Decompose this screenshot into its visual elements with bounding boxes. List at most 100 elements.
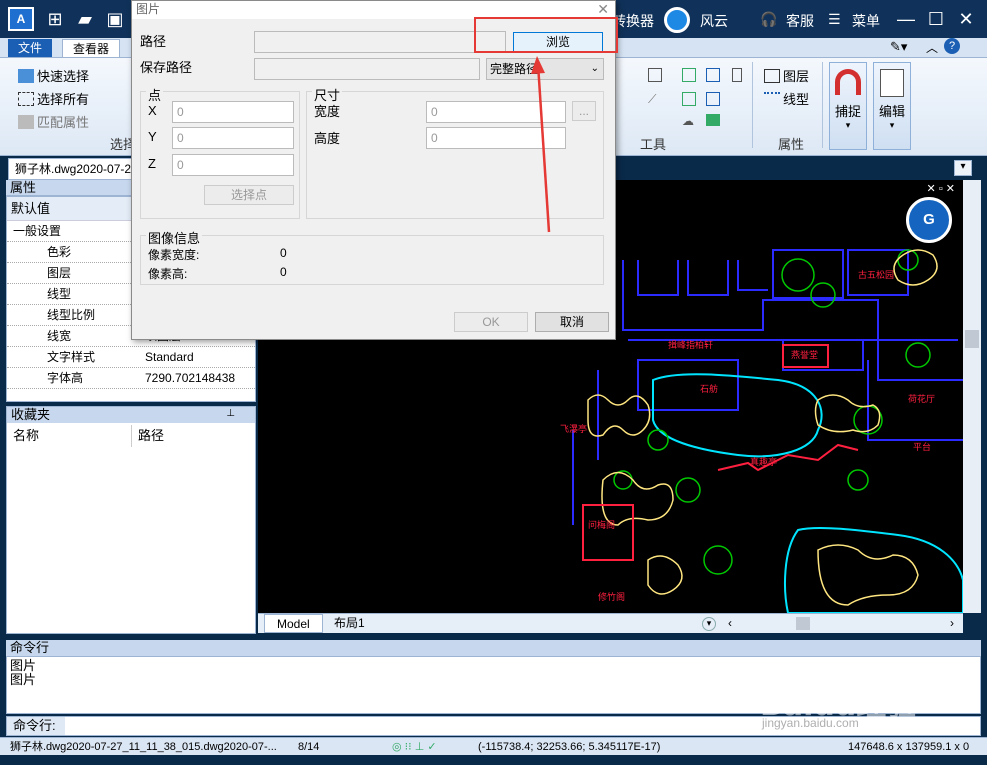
ribbon-options-icon[interactable]: ✎▾ [890, 39, 907, 55]
fengyun-icon[interactable] [664, 7, 690, 33]
linetype-button[interactable]: 线型 [764, 89, 809, 108]
close-button[interactable]: ✕ [952, 6, 980, 32]
select-all-label: 选择所有 [37, 92, 90, 107]
scroll-right-icon[interactable]: › [950, 616, 954, 630]
help-icon[interactable]: ? [944, 38, 960, 54]
ribbon-separator [822, 62, 823, 148]
y-input[interactable]: 0 [172, 127, 294, 149]
tab-layout1[interactable]: 布局1 [322, 614, 377, 633]
edit-button[interactable]: 编辑 ▾ [873, 62, 911, 150]
save-path-option: 完整路径 [490, 62, 539, 76]
save-path-label: 保存路径 [140, 60, 193, 75]
cloud-icon[interactable]: ☁ [682, 114, 696, 128]
ok-button[interactable]: OK [454, 312, 528, 332]
ribbon-separator [752, 62, 753, 148]
tools-group-label: 工具 [640, 137, 667, 152]
funnel-icon [18, 69, 34, 83]
pixel-width-value: 0 [280, 246, 287, 260]
vertical-scrollbar[interactable] [963, 180, 981, 613]
document-icon [880, 69, 904, 97]
width-input[interactable]: 0 [426, 101, 566, 123]
snap-status-icon[interactable]: ◎ ⁝⁝ ⊥ ✓ [392, 738, 437, 756]
status-filename: 狮子林.dwg2020-07-27_11_11_38_015.dwg2020-0… [10, 741, 277, 753]
brush-icon [18, 115, 34, 129]
cad-label: 燕誉堂 [791, 349, 818, 361]
xref-icon[interactable] [706, 92, 720, 106]
converter-label[interactable]: 转换器 [612, 11, 654, 31]
snap-button[interactable]: 捕捉 ▾ [829, 62, 867, 150]
block-icon[interactable] [682, 92, 696, 106]
prop-row[interactable]: 字体高 7290.702148438 [7, 368, 255, 389]
export-icon[interactable] [706, 114, 720, 126]
save-path-input[interactable] [254, 58, 480, 80]
y-label: Y [148, 129, 157, 144]
measure-icon[interactable]: ⟋ [648, 92, 662, 106]
pin-icon[interactable]: ⊥ [226, 408, 235, 419]
chevron-down-icon: ⌄ [590, 63, 599, 74]
fengyun-label[interactable]: 风云 [700, 11, 728, 31]
select-point-button[interactable]: 选择点 [204, 185, 294, 205]
dialog-close-icon[interactable]: ✕ [597, 1, 609, 18]
cancel-button[interactable]: 取消 [535, 312, 609, 332]
save-icon[interactable]: ▣ [104, 8, 126, 30]
new-file-icon[interactable]: ⊞ [44, 8, 66, 30]
point-group-label: 点 [146, 85, 164, 104]
minimize-button[interactable]: — [892, 6, 920, 32]
scroll-left-icon[interactable]: ‹ [728, 616, 732, 630]
tab-viewer[interactable]: 查看器 [62, 39, 121, 57]
magnet-icon [835, 69, 861, 95]
layout-dropdown-icon[interactable]: ▾ [702, 617, 716, 631]
col-path[interactable]: 路径 [131, 425, 164, 447]
headset-icon[interactable]: 🎧 [760, 11, 777, 28]
hscroll-thumb[interactable] [796, 617, 810, 630]
menu-label[interactable]: 菜单 [852, 11, 880, 31]
z-input[interactable]: 0 [172, 154, 294, 176]
link-icon[interactable] [706, 68, 720, 82]
quick-select-button[interactable]: 快速选择 [18, 66, 89, 85]
cad-label: 古五松园 [858, 269, 894, 281]
pixel-height-label: 像素高: [148, 267, 188, 281]
height-input[interactable]: 0 [426, 127, 566, 149]
menu-icon[interactable]: ☰ [828, 11, 841, 28]
copy-icon[interactable] [682, 68, 696, 82]
layer-button[interactable]: 图层 [764, 66, 809, 85]
x-input[interactable]: 0 [172, 101, 294, 123]
maximize-button[interactable]: ☐ [922, 6, 950, 32]
prop-row[interactable]: 文字样式 Standard [7, 347, 255, 368]
grid-icon[interactable] [648, 68, 662, 82]
z-label: Z [148, 156, 156, 171]
collapse-ribbon-icon[interactable]: ︿ [926, 39, 938, 56]
status-bar: 狮子林.dwg2020-07-27_11_11_38_015.dwg2020-0… [0, 737, 987, 755]
canvas-window-controls[interactable]: ✕ ▫ ✕ [927, 182, 955, 195]
cad-label: 修竹阁 [598, 591, 625, 603]
cad-label: 荷花厅 [908, 393, 935, 405]
edit-label: 编辑 [878, 104, 905, 119]
prop-key: 字体高 [47, 371, 84, 385]
col-name[interactable]: 名称 [13, 425, 39, 447]
scroll-thumb[interactable] [965, 330, 979, 348]
cad-label: 石舫 [700, 383, 718, 395]
page-icon[interactable] [732, 68, 742, 82]
canvas-layout-bar: Model 布局1 ▾ ‹ › [258, 613, 963, 633]
command-header: 命令行 [6, 640, 981, 656]
tab-model[interactable]: Model [264, 614, 323, 633]
size-ellipsis-button[interactable]: ... [572, 101, 596, 121]
select-all-icon [18, 92, 34, 106]
linetype-label: 线型 [783, 92, 810, 107]
select-all-button[interactable]: 选择所有 [18, 89, 89, 108]
path-input[interactable] [254, 31, 506, 53]
translate-icon[interactable]: G [906, 197, 952, 243]
cad-label: 问梅阁 [588, 519, 615, 531]
service-label[interactable]: 客服 [786, 11, 814, 31]
favorites-panel: 收藏夹 ⊥ 名称 路径 [6, 406, 256, 634]
app-logo-icon: A [8, 7, 34, 31]
save-path-select[interactable]: 完整路径 ⌄ [486, 58, 604, 80]
prop-section-label: 一般设置 [13, 224, 62, 238]
x-label: X [148, 103, 157, 118]
match-props-button[interactable]: 匹配属性 [18, 112, 89, 131]
tabs-dropdown-icon[interactable]: ▾ [954, 160, 972, 176]
status-coords: (-115738.4; 32253.66; 5.345117E-17) [478, 741, 661, 753]
tab-file[interactable]: 文件 [8, 39, 53, 57]
pixel-height-value: 0 [280, 265, 287, 279]
open-folder-icon[interactable]: ▰ [74, 8, 96, 30]
